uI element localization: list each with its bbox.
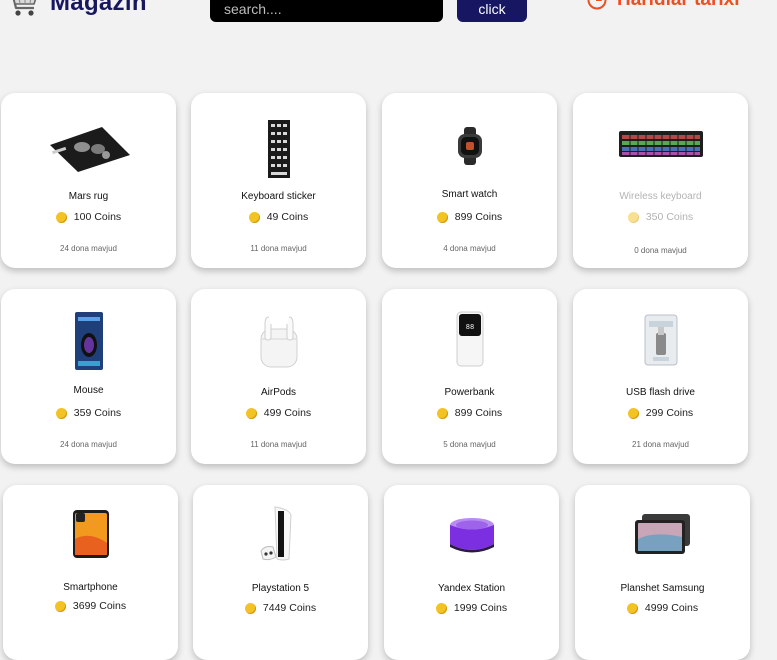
tablet-icon bbox=[575, 513, 750, 555]
search-input[interactable] bbox=[210, 0, 443, 22]
product-name: USB flash drive bbox=[626, 387, 695, 398]
product-name: Smartphone bbox=[63, 582, 118, 593]
brand-name: Magazin bbox=[50, 0, 147, 16]
product-card[interactable]: USB flash drive 299 Coins 21 dona mavjud bbox=[573, 289, 748, 464]
airpods-icon bbox=[191, 315, 366, 369]
keyboard-icon bbox=[573, 127, 748, 161]
product-card[interactable]: Mars rug 100 Coins 24 dona mavjud bbox=[1, 93, 176, 268]
product-price: 359 Coins bbox=[1, 407, 176, 419]
svg-text:88: 88 bbox=[465, 323, 473, 331]
product-card[interactable]: Mouse 359 Coins 24 dona mavjud bbox=[1, 289, 176, 464]
usb-drive-icon bbox=[573, 313, 748, 367]
coin-icon bbox=[244, 602, 256, 614]
product-name: Smart watch bbox=[441, 189, 498, 200]
product-card[interactable]: 88 Powerbank 899 Coins 5 dona mavjud bbox=[382, 289, 557, 464]
smartphone-icon bbox=[3, 509, 178, 559]
product-price: 299 Coins bbox=[573, 407, 748, 419]
stock-count: 24 dona mavjud bbox=[60, 244, 117, 253]
product-card[interactable]: AirPods 499 Coins 11 dona mavjud bbox=[191, 289, 366, 464]
coin-icon bbox=[245, 407, 257, 419]
mouse-box-icon bbox=[1, 311, 176, 371]
product-card[interactable]: Smartphone 3699 Coins bbox=[3, 485, 178, 660]
shopping-cart-icon bbox=[12, 0, 37, 16]
product-price: 1999 Coins bbox=[384, 602, 559, 614]
product-name: Planshet Samsung bbox=[620, 583, 705, 594]
product-card[interactable]: Keyboard sticker 49 Coins 11 dona mavjud bbox=[191, 93, 366, 268]
coin-icon bbox=[627, 407, 639, 419]
mouse-pad-icon bbox=[1, 121, 176, 177]
stock-count: 21 dona mavjud bbox=[632, 440, 689, 449]
product-price: 100 Coins bbox=[1, 211, 176, 223]
product-name: Mouse bbox=[73, 385, 104, 396]
purchase-history-label: Haridlar tarixi bbox=[617, 0, 740, 11]
product-name: Mars rug bbox=[68, 191, 109, 202]
coin-icon bbox=[55, 407, 67, 419]
purchase-history-link[interactable]: Haridlar tarixi bbox=[587, 0, 740, 11]
stock-count: 0 dona mavjud bbox=[634, 246, 687, 255]
product-name: Wireless keyboard bbox=[619, 191, 702, 202]
stock-count: 5 dona mavjud bbox=[443, 440, 496, 449]
stock-count: 4 dona mavjud bbox=[443, 244, 496, 253]
product-price: 3699 Coins bbox=[3, 600, 178, 612]
product-price: 7449 Coins bbox=[193, 602, 368, 614]
product-name: Yandex Station bbox=[437, 583, 506, 594]
product-price: 899 Coins bbox=[382, 211, 557, 223]
product-card[interactable]: Playstation 5 7449 Coins bbox=[193, 485, 368, 660]
product-name: AirPods bbox=[260, 387, 296, 398]
coin-icon bbox=[436, 407, 448, 419]
powerbank-icon: 88 bbox=[382, 311, 557, 367]
product-name: Powerbank bbox=[444, 387, 495, 398]
clock-icon bbox=[587, 0, 607, 10]
coin-icon bbox=[55, 211, 67, 223]
smart-watch-icon bbox=[382, 127, 557, 165]
product-name: Playstation 5 bbox=[251, 583, 310, 594]
header: Magazin click Haridlar tarixi bbox=[0, 0, 777, 40]
product-price: 49 Coins bbox=[191, 211, 366, 223]
keyboard-sticker-icon bbox=[191, 119, 366, 179]
coin-icon bbox=[627, 211, 639, 223]
product-card[interactable]: Smart watch 899 Coins 4 dona mavjud bbox=[382, 93, 557, 268]
stock-count: 11 dona mavjud bbox=[250, 244, 307, 253]
smart-speaker-icon bbox=[384, 515, 559, 555]
coin-icon bbox=[436, 211, 448, 223]
product-price: 499 Coins bbox=[191, 407, 366, 419]
stock-count: 24 dona mavjud bbox=[60, 440, 117, 449]
product-price: 4999 Coins bbox=[575, 602, 750, 614]
product-card[interactable]: Planshet Samsung 4999 Coins bbox=[575, 485, 750, 660]
product-price: 350 Coins bbox=[573, 211, 748, 223]
product-price: 899 Coins bbox=[382, 407, 557, 419]
coin-icon bbox=[54, 600, 66, 612]
product-card[interactable]: Wireless keyboard 350 Coins 0 dona mavju… bbox=[573, 93, 748, 268]
product-name: Keyboard sticker bbox=[241, 191, 316, 202]
coin-icon bbox=[626, 602, 638, 614]
logo[interactable]: Magazin bbox=[4, 0, 147, 18]
coin-icon bbox=[248, 211, 260, 223]
stock-count: 11 dona mavjud bbox=[250, 440, 307, 449]
game-console-icon bbox=[193, 505, 368, 563]
product-card[interactable]: Yandex Station 1999 Coins bbox=[384, 485, 559, 660]
coin-icon bbox=[435, 602, 447, 614]
search-button[interactable]: click bbox=[457, 0, 527, 22]
